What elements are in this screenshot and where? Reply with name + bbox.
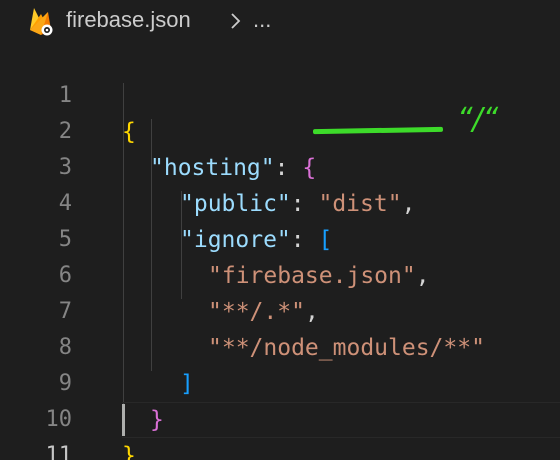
code-line: 10 } — [0, 366, 560, 460]
breadcrumb-file[interactable]: firebase.json — [66, 7, 191, 33]
code-line: 6 "**/.*", — [0, 222, 560, 325]
code-line: 5 "firebase.json", — [0, 186, 560, 289]
code-line: 1 { — [0, 42, 560, 145]
replacement-annotation: “/“ — [457, 102, 499, 137]
line-number: 11 — [45, 443, 73, 460]
close-brace: } — [122, 443, 136, 460]
code-editor[interactable]: 1 { 2 "hosting": { 3 "public": "dist", 4… — [0, 42, 560, 460]
firebase-icon — [28, 6, 54, 36]
breadcrumb: firebase.json ... — [0, 0, 560, 40]
breadcrumb-more[interactable]: ... — [253, 7, 271, 33]
code-line: 8 ] — [0, 294, 560, 397]
code-line: 4 "ignore": [ — [0, 150, 560, 253]
chevron-right-icon — [229, 11, 243, 31]
code-line: 11 — [0, 402, 560, 460]
code-line: 7 "**/node_modules/**" — [0, 258, 560, 361]
code-line: 9 } — [0, 330, 560, 433]
